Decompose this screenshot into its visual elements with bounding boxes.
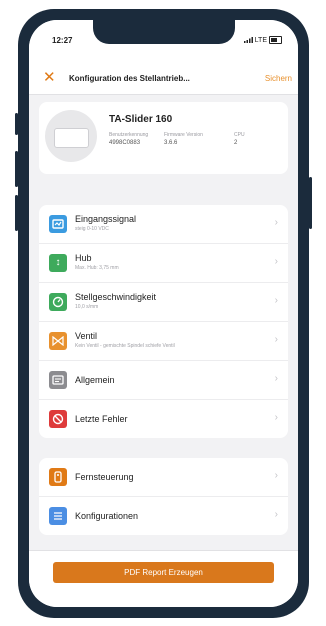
- network-type: LTE: [254, 36, 267, 44]
- phone-volume-down-button: [15, 195, 18, 231]
- list-item-label: Allgemein: [75, 375, 115, 385]
- speed-icon: [49, 293, 67, 311]
- list-item-label: Hub: [75, 253, 92, 263]
- phone-notch: [93, 20, 235, 44]
- valve-icon: [49, 332, 67, 350]
- chevron-right-icon: ›: [274, 256, 278, 267]
- footer-bar: PDF Report Erzeugen: [29, 550, 298, 607]
- list-item-label: Ventil: [75, 331, 98, 341]
- signal-icon: [49, 215, 67, 233]
- list-item-fernsteuerung[interactable]: Fernsteuerung ›: [39, 458, 288, 497]
- list-item-hub[interactable]: ↕ Hub Max. Hub: 3,75 mm ›: [39, 244, 288, 283]
- stroke-icon: ↕: [49, 254, 67, 272]
- general-icon: [49, 371, 67, 389]
- device-card: TA-Slider 160 Benutzerkennung 4998C0883 …: [39, 102, 288, 174]
- list-item-letzte-fehler[interactable]: Letzte Fehler ›: [39, 400, 288, 438]
- signal-strength-icon: [243, 37, 253, 43]
- list-item-stellgeschwindigkeit[interactable]: Stellgeschwindigkeit 10,0 s/mm ›: [39, 283, 288, 322]
- close-icon[interactable]: ✕: [43, 70, 56, 85]
- status-time: 12:27: [52, 36, 73, 45]
- firmware-value: 3.6.6: [164, 140, 178, 146]
- pdf-report-button[interactable]: PDF Report Erzeugen: [53, 562, 274, 583]
- navigation-bar: ✕ Konfiguration des Stellantrieb... Sich…: [29, 64, 298, 95]
- page-title: Konfiguration des Stellantrieb...: [69, 74, 190, 83]
- cpu-value: 2: [234, 140, 238, 146]
- status-icons: LTE: [243, 36, 282, 44]
- list-item-label: Konfigurationen: [75, 511, 139, 521]
- list-item-subtitle: Kein Ventil - gemischte Spindel schiefe …: [75, 343, 175, 349]
- phone-volume-up-button: [15, 151, 18, 187]
- remote-icon: [49, 468, 67, 486]
- cpu-label: CPU: [234, 132, 245, 138]
- chevron-right-icon: ›: [274, 295, 278, 306]
- list-item-konfigurationen[interactable]: Konfigurationen ›: [39, 497, 288, 535]
- list-item-eingangssignal[interactable]: Eingangssignal steig 0-10 VDC ›: [39, 205, 288, 244]
- list-item-subtitle: Max. Hub: 3,75 mm: [75, 265, 119, 271]
- device-image: [45, 110, 97, 162]
- firmware-label: Firmware Version: [164, 132, 203, 138]
- chevron-right-icon: ›: [274, 334, 278, 345]
- chevron-right-icon: ›: [274, 412, 278, 423]
- list-item-label: Eingangssignal: [75, 214, 137, 224]
- list-item-label: Stellgeschwindigkeit: [75, 292, 157, 302]
- chevron-right-icon: ›: [274, 373, 278, 384]
- list-item-label: Fernsteuerung: [75, 472, 134, 482]
- settings-list: Eingangssignal steig 0-10 VDC › ↕ Hub Ma…: [39, 205, 288, 438]
- chevron-right-icon: ›: [274, 509, 278, 520]
- list-item-ventil[interactable]: Ventil Kein Ventil - gemischte Spindel s…: [39, 322, 288, 361]
- tools-list: Fernsteuerung › Konfigurationen ›: [39, 458, 288, 535]
- configurations-icon: [49, 507, 67, 525]
- device-name: TA-Slider 160: [109, 114, 173, 125]
- device-id-label: Benutzerkennung: [109, 132, 149, 138]
- device-id-value: 4998C0883: [109, 140, 141, 146]
- phone-frame: 12:27 LTE ✕ Konfiguration des Stellantri…: [15, 9, 312, 618]
- save-button[interactable]: Sichern: [265, 74, 292, 83]
- battery-icon: [269, 36, 282, 44]
- list-item-subtitle: 10,0 s/mm: [75, 304, 99, 310]
- app-screen: 12:27 LTE ✕ Konfiguration des Stellantri…: [29, 20, 298, 607]
- list-item-label: Letzte Fehler: [75, 414, 128, 424]
- phone-side-button: [15, 113, 18, 135]
- phone-power-button: [309, 177, 312, 229]
- chevron-right-icon: ›: [274, 217, 278, 228]
- chevron-right-icon: ›: [274, 470, 278, 481]
- error-icon: [49, 410, 67, 428]
- list-item-subtitle: steig 0-10 VDC: [75, 226, 109, 232]
- list-item-allgemein[interactable]: Allgemein ›: [39, 361, 288, 400]
